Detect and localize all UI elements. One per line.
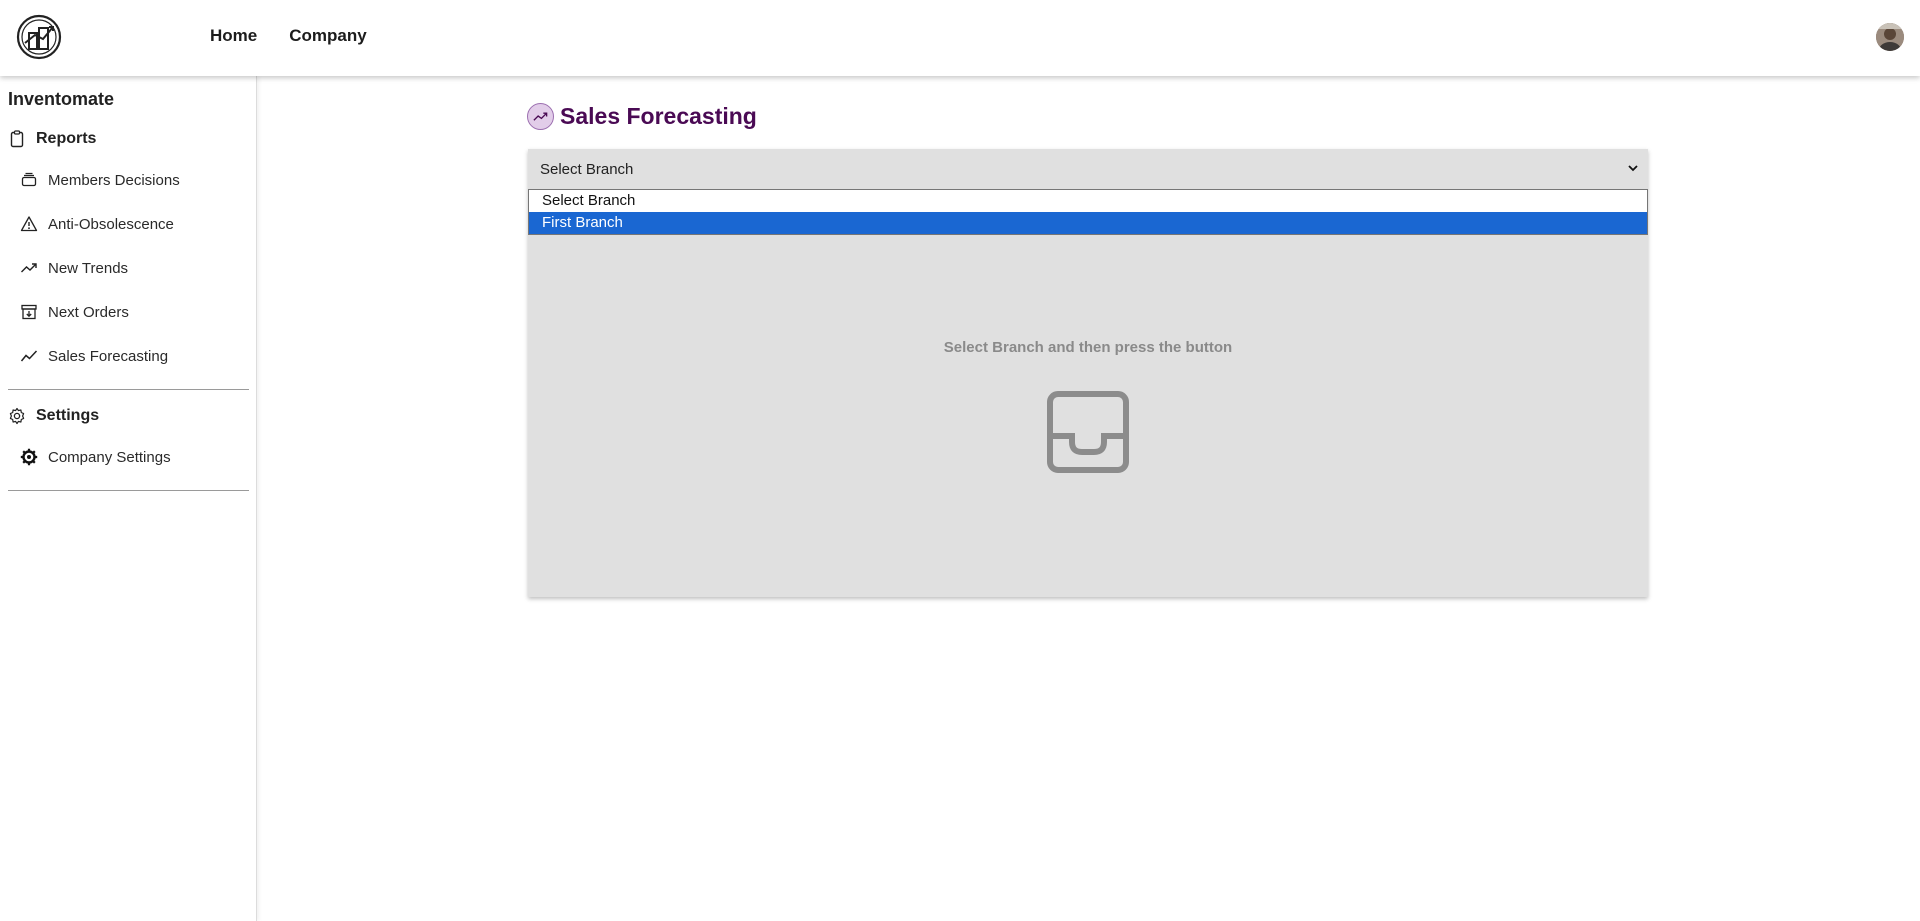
gear-icon bbox=[20, 448, 38, 466]
clipboard-icon bbox=[8, 130, 26, 148]
sidebar-section-label: Settings bbox=[36, 407, 100, 424]
top-navbar: Home Company bbox=[0, 0, 1920, 76]
sidebar-item-members-decisions[interactable]: Members Decisions bbox=[20, 171, 180, 189]
sidebar-divider bbox=[8, 389, 249, 390]
sidebar-section-label: Reports bbox=[36, 130, 97, 147]
inbox-icon bbox=[1046, 390, 1130, 474]
trend-badge-icon bbox=[527, 103, 554, 130]
sidebar-item-new-trends[interactable]: New Trends bbox=[20, 259, 128, 277]
sidebar-item-label: New Trends bbox=[48, 259, 129, 277]
inventomate-logo[interactable] bbox=[15, 13, 63, 61]
sidebar: Inventomate Reports Members Decisions An… bbox=[0, 76, 257, 921]
sidebar-item-label: Sales Forecasting bbox=[48, 347, 169, 365]
sidebar-item-label: Next Orders bbox=[48, 303, 129, 321]
page-title: Sales Forecasting bbox=[560, 103, 757, 129]
sidebar-item-label: Anti-Obsolescence bbox=[48, 215, 174, 233]
empty-state-message: Select Branch and then press the button bbox=[943, 339, 1233, 356]
branch-select[interactable]: Select Branch bbox=[528, 149, 1648, 189]
stack-icon bbox=[20, 171, 38, 189]
branch-option-selected[interactable]: First Branch bbox=[529, 212, 1647, 234]
nav-company-link[interactable]: Company bbox=[289, 26, 366, 46]
user-avatar[interactable] bbox=[1876, 23, 1904, 51]
sidebar-item-sales-forecasting[interactable]: Sales Forecasting bbox=[20, 347, 168, 365]
top-nav: Home Company bbox=[210, 26, 367, 46]
branch-option[interactable]: Select Branch bbox=[529, 190, 1647, 212]
page-header: Sales Forecasting bbox=[527, 103, 757, 130]
sidebar-brand: Inventomate bbox=[8, 89, 115, 109]
branch-options-list: Select Branch First Branch bbox=[528, 189, 1648, 235]
sidebar-section-reports: Reports bbox=[8, 130, 96, 148]
trend-up-icon bbox=[20, 259, 38, 277]
sidebar-item-label: Members Decisions bbox=[48, 171, 180, 189]
sidebar-item-next-orders[interactable]: Next Orders bbox=[20, 303, 129, 321]
sidebar-item-company-settings[interactable]: Company Settings bbox=[20, 448, 171, 466]
nav-home-link[interactable]: Home bbox=[210, 26, 257, 46]
sidebar-item-label: Company Settings bbox=[48, 448, 171, 466]
gear-outline-icon bbox=[8, 407, 26, 425]
archive-down-icon bbox=[20, 303, 38, 321]
warning-icon bbox=[20, 215, 38, 233]
line-chart-icon bbox=[20, 347, 38, 365]
chevron-down-icon bbox=[1626, 161, 1640, 175]
sidebar-section-settings: Settings bbox=[8, 407, 99, 425]
sidebar-divider bbox=[8, 490, 249, 491]
branch-select-value: Select Branch bbox=[540, 160, 634, 178]
sidebar-item-anti-obsolescence[interactable]: Anti-Obsolescence bbox=[20, 215, 174, 233]
